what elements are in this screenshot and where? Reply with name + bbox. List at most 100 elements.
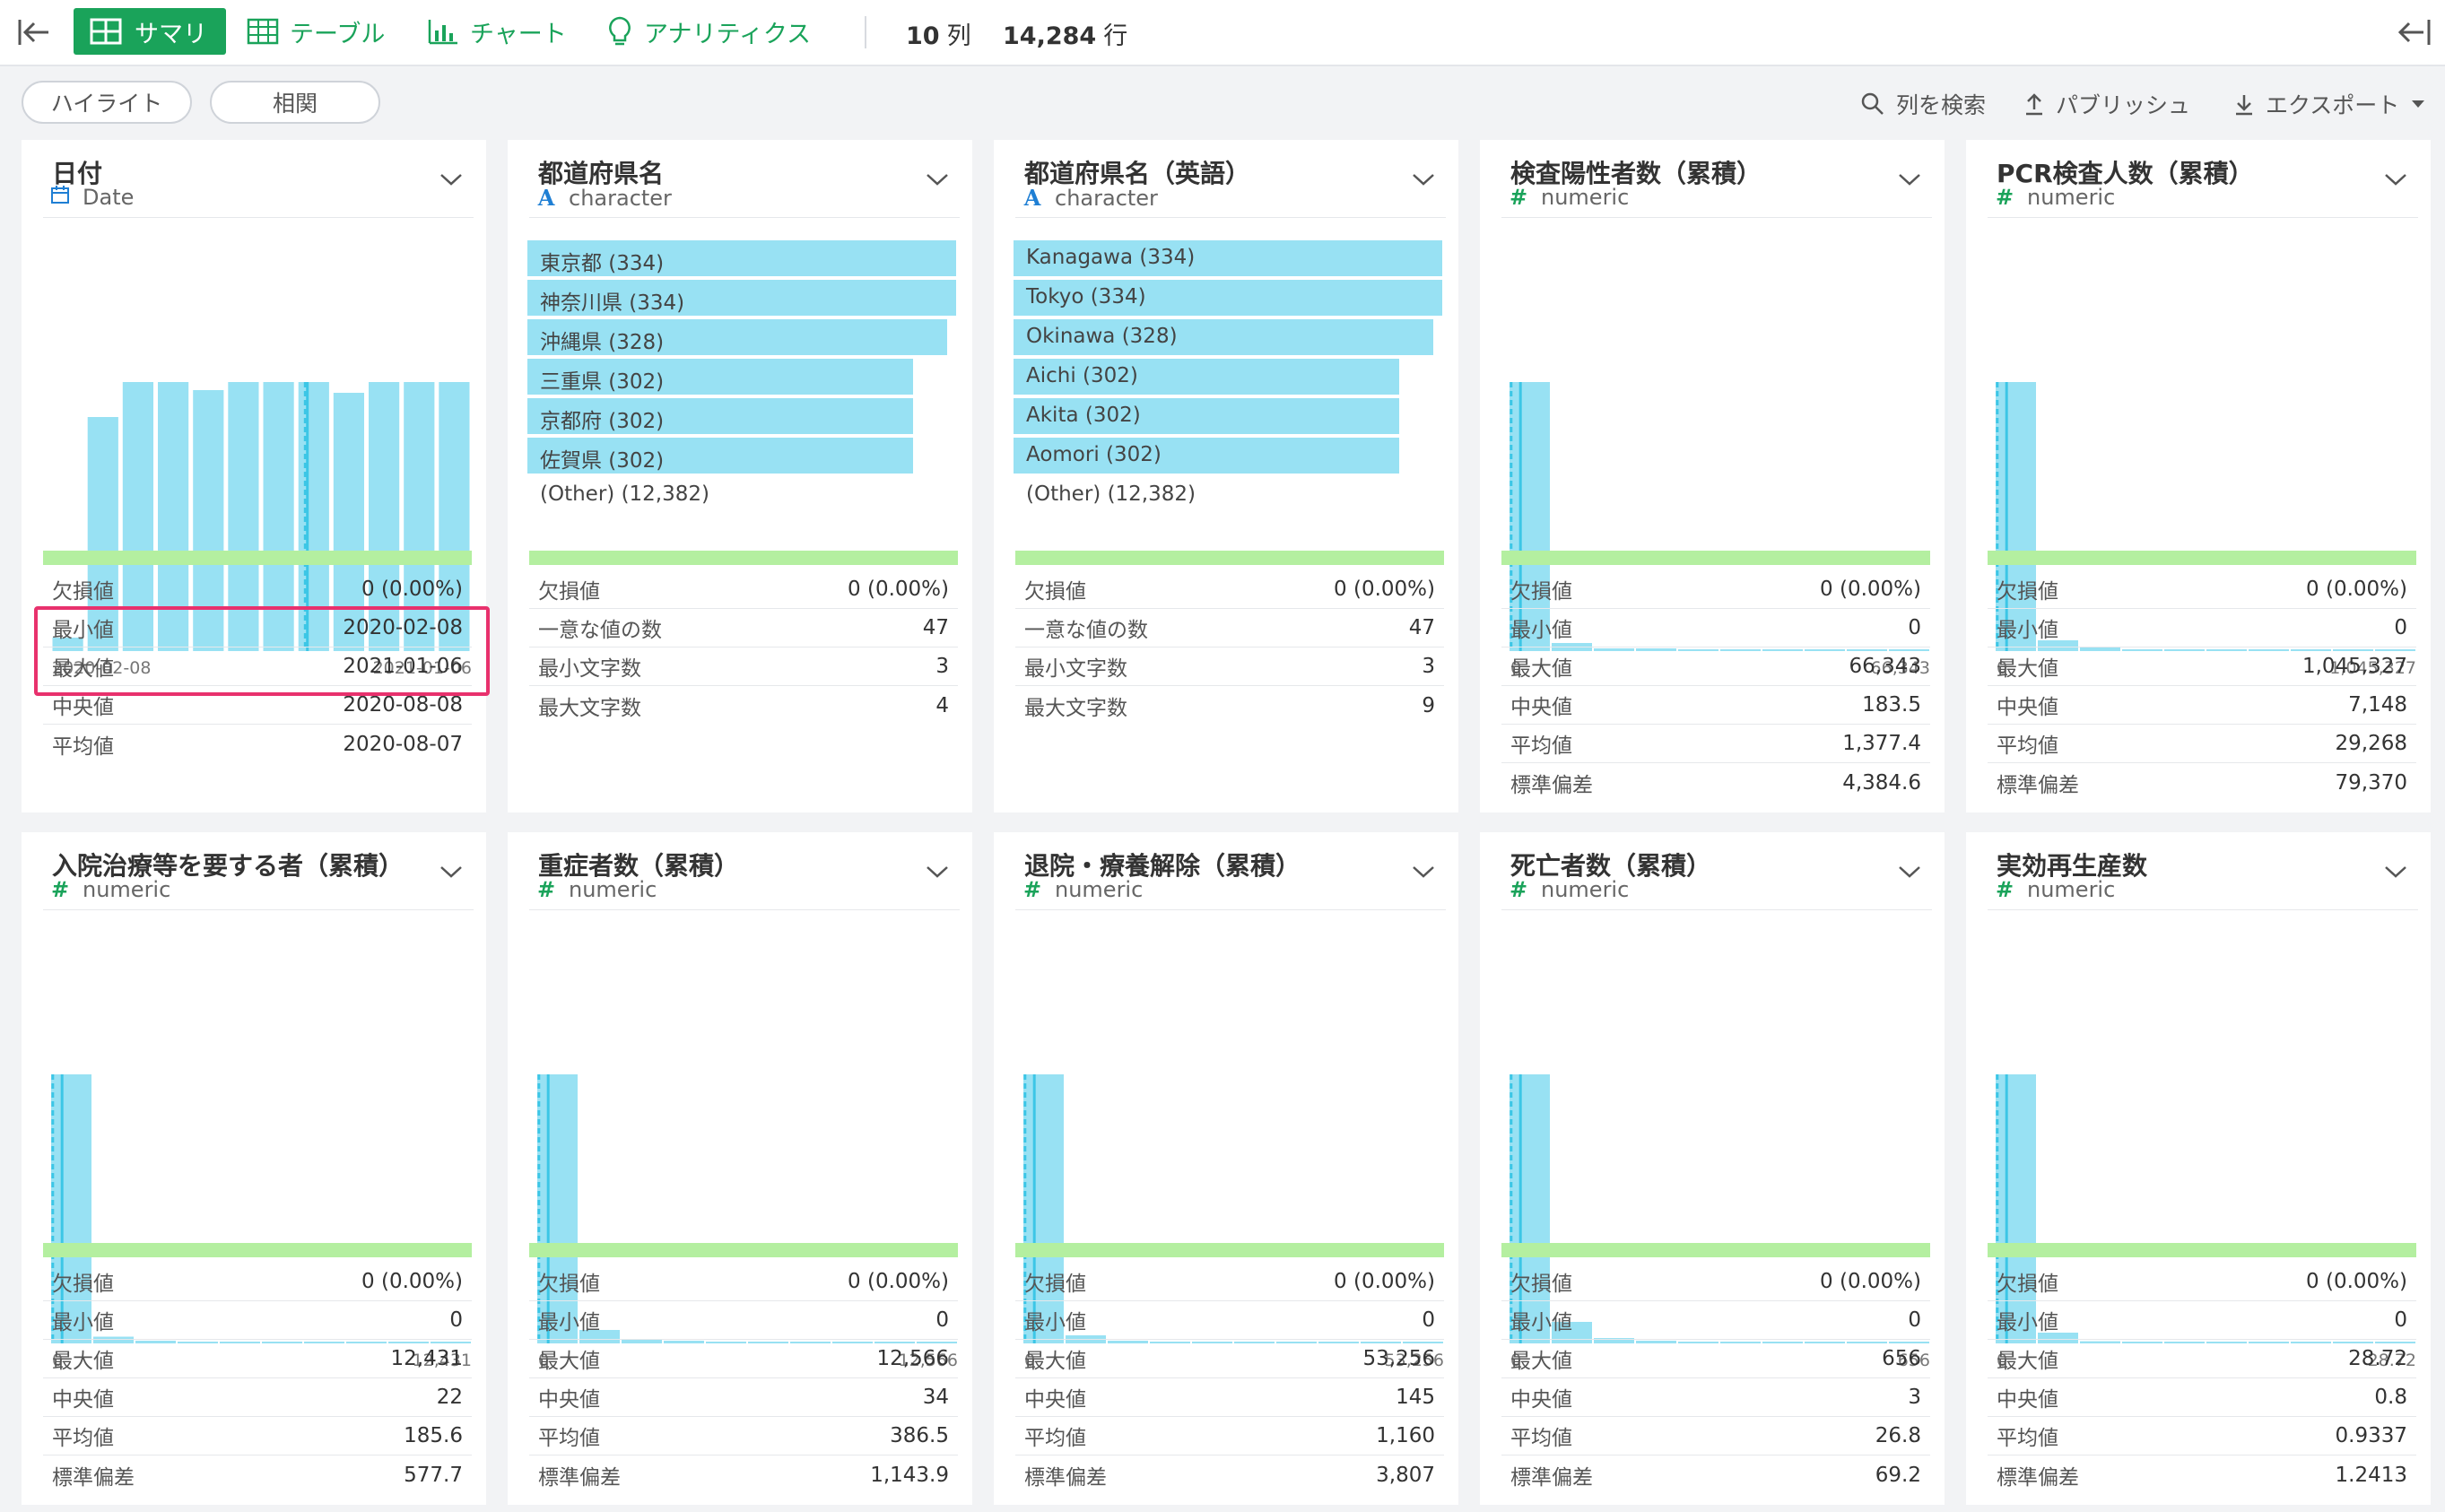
export-button[interactable]: エクスポート <box>2233 88 2437 120</box>
top-value-row[interactable]: Aomori (302) <box>1014 438 1444 475</box>
collapse-right-icon[interactable] <box>2397 16 2432 48</box>
data-quality-bar <box>1501 551 1930 565</box>
tab-analytics[interactable]: アナリティクス <box>606 8 811 55</box>
stat-value: 3 <box>1908 1386 1921 1409</box>
stat-value: 53,256 <box>1362 1347 1435 1370</box>
column-card[interactable]: 都道府県名（英語） Acharacter Kanagawa (334) Tokyo (… <box>994 140 1458 812</box>
stat-value: 1,160 <box>1376 1424 1435 1447</box>
highlight-button[interactable]: ハイライト <box>22 81 192 124</box>
chevron-down-icon[interactable] <box>926 172 949 187</box>
chevron-down-icon[interactable] <box>439 865 463 879</box>
stat-label: 欠損値 <box>52 1273 114 1296</box>
top-value-row[interactable]: Akita (302) <box>1014 398 1444 436</box>
column-card[interactable]: 入院治療等を要する者（累積） # numeric 0 12,431 欠損値 0 (0.00%… <box>22 832 486 1505</box>
chevron-down-icon[interactable] <box>1412 865 1435 879</box>
stat-value: 0 <box>1908 1308 1921 1332</box>
column-card[interactable]: 実効再生産数 # numeric 0 28.72 欠損値 0 (0.00%) 最小値 0 最大値 2… <box>1966 832 2431 1505</box>
stats-table: 欠損値 0 (0.00%) 最小値 0 最大値 66,343 中央値 183.5 平均値 1,37… <box>1501 570 1930 802</box>
stat-value: 183.5 <box>1862 693 1921 717</box>
column-card[interactable]: 検査陽性者数（累積） # numeric 0 66,343 欠損値 0 (0.00%) 最小値… <box>1480 140 1945 812</box>
tab-chart[interactable]: チャート <box>427 8 567 55</box>
stat-label: 中央値 <box>1024 1388 1086 1412</box>
column-card[interactable]: 退院・療養解除（累積） # numeric 0 53,256 欠損値 0 (0.00%) 最小… <box>994 832 1458 1505</box>
search-columns-button[interactable]: 列を検索 <box>1860 88 1986 120</box>
publish-button[interactable]: パブリッシュ <box>2023 88 2190 120</box>
stats-table: 欠損値 0 (0.00%) 最小値 0 最大値 1,045,327 中央値 7,148 平均値 2… <box>1988 570 2416 802</box>
stat-label: 標準偏差 <box>538 1465 621 1490</box>
data-quality-bar <box>1015 551 1444 565</box>
top-value-row[interactable]: Okinawa (328) <box>1014 319 1444 357</box>
column-card[interactable]: 死亡者数（累積） # numeric 0 656 欠損値 0 (0.00%) 最小値 0 最大値 6… <box>1480 832 1945 1505</box>
correlation-button[interactable]: 相関 <box>210 81 380 124</box>
column-card[interactable]: PCR検査人数（累積） # numeric 0 1,045,327 欠損値 0 (0.00%… <box>1966 140 2431 812</box>
stat-label: 標準偏差 <box>1997 773 2079 797</box>
stats-table: 欠損値 0 (0.00%) 最小値 0 最大値 53,256 中央値 145 平均値 1,160 標… <box>1015 1263 1444 1494</box>
top-value-row[interactable]: 三重県 (302) <box>527 359 958 396</box>
tab-summary[interactable]: サマリ <box>74 8 226 55</box>
chevron-down-icon[interactable] <box>2384 865 2407 879</box>
stat-row: 最小値 0 <box>1988 609 2416 647</box>
top-value-row[interactable]: 東京都 (334) <box>527 240 958 278</box>
tab-table[interactable]: テーブル <box>247 8 385 55</box>
stat-value: 4,384.6 <box>1842 770 1921 795</box>
data-quality-bar <box>1015 1243 1444 1257</box>
collapse-left-icon[interactable] <box>16 16 52 48</box>
tab-summary-label: サマリ <box>135 20 207 48</box>
column-type-label: numeric <box>1541 185 1630 210</box>
stat-label: 欠損値 <box>1510 1273 1572 1296</box>
stat-row: 平均値 1,377.4 <box>1501 725 1930 763</box>
stat-label: 最大値 <box>1997 1350 2058 1373</box>
top-value-row[interactable]: 佐賀県 (302) <box>527 438 958 475</box>
stat-value: 0 <box>1908 616 1921 639</box>
chevron-down-icon[interactable] <box>439 172 463 187</box>
stat-row: 中央値 145 <box>1015 1378 1444 1417</box>
other-values-label: (Other) (12,382) <box>540 482 709 506</box>
top-value-row[interactable]: 神奈川県 (334) <box>527 280 958 317</box>
stat-value: 0 <box>935 1308 949 1332</box>
hash-icon: # <box>1022 877 1042 902</box>
top-value-row[interactable]: Kanagawa (334) <box>1014 240 1444 278</box>
row-count-unit: 行 <box>1103 22 1128 50</box>
chevron-down-icon[interactable] <box>1898 172 1921 187</box>
stat-value: 22 <box>436 1386 463 1409</box>
stat-value: 1,045,327 <box>2301 655 2407 678</box>
stat-label: 平均値 <box>1510 1427 1572 1450</box>
chevron-down-icon[interactable] <box>926 865 949 879</box>
stat-row: 中央値 7,148 <box>1988 686 2416 725</box>
top-value-row[interactable]: 京都府 (302) <box>527 398 958 436</box>
stat-value: 3 <box>1422 655 1435 678</box>
stat-row: 最小値 0 <box>1501 609 1930 647</box>
stat-label: 最小値 <box>1510 619 1572 642</box>
top-value-row[interactable]: Aichi (302) <box>1014 359 1444 396</box>
chevron-down-icon[interactable] <box>1412 172 1435 187</box>
top-value-row[interactable]: 沖縄県 (328) <box>527 319 958 357</box>
search-icon <box>1861 92 1884 115</box>
chevron-down-icon[interactable] <box>2384 172 2407 187</box>
stat-label: 最小値 <box>52 1311 114 1334</box>
column-type: Date <box>50 185 134 210</box>
top-value-label: 京都府 (302) <box>540 410 665 433</box>
column-card[interactable]: 都道府県名 Acharacter 東京都 (334) 神奈川県 (334) 沖縄県 (3… <box>508 140 972 812</box>
stat-label: 標準偏差 <box>1510 1465 1593 1490</box>
column-type: # numeric <box>536 877 657 902</box>
stat-row: 最大値 1,045,327 <box>1988 647 2416 686</box>
stat-row: 欠損値 0 (0.00%) <box>1501 1263 1930 1301</box>
stat-value: 66,343 <box>1849 655 1921 678</box>
column-card[interactable]: 日付 Date 2020-02-08 2021-01-06 欠損値 0 (0.00%) 最小… <box>22 140 486 812</box>
column-type: Acharacter <box>1022 185 1158 211</box>
stat-row: 最大値 53,256 <box>1015 1340 1444 1378</box>
stat-row: 標準偏差 577.7 <box>43 1456 472 1494</box>
top-values-list: 東京都 (334) 神奈川県 (334) 沖縄県 (328) 三重県 (302) 京都府… <box>527 240 958 517</box>
stat-value: 656 <box>1882 1347 1921 1370</box>
stat-label: 最大値 <box>538 1350 600 1373</box>
column-type: # numeric <box>1509 185 1629 210</box>
stat-row: 一意な値の数 47 <box>1015 609 1444 647</box>
chevron-down-icon[interactable] <box>1898 865 1921 879</box>
stat-label: 欠損値 <box>538 1273 600 1296</box>
stat-label: 平均値 <box>1024 1427 1086 1450</box>
stat-row: 一意な値の数 47 <box>529 609 958 647</box>
column-card[interactable]: 重症者数（累積） # numeric 0 12,566 欠損値 0 (0.00%) 最小値 0 最… <box>508 832 972 1505</box>
top-value-row[interactable]: Tokyo (334) <box>1014 280 1444 317</box>
stat-row: 最大文字数 4 <box>529 686 958 725</box>
stat-value: 12,566 <box>876 1347 949 1370</box>
